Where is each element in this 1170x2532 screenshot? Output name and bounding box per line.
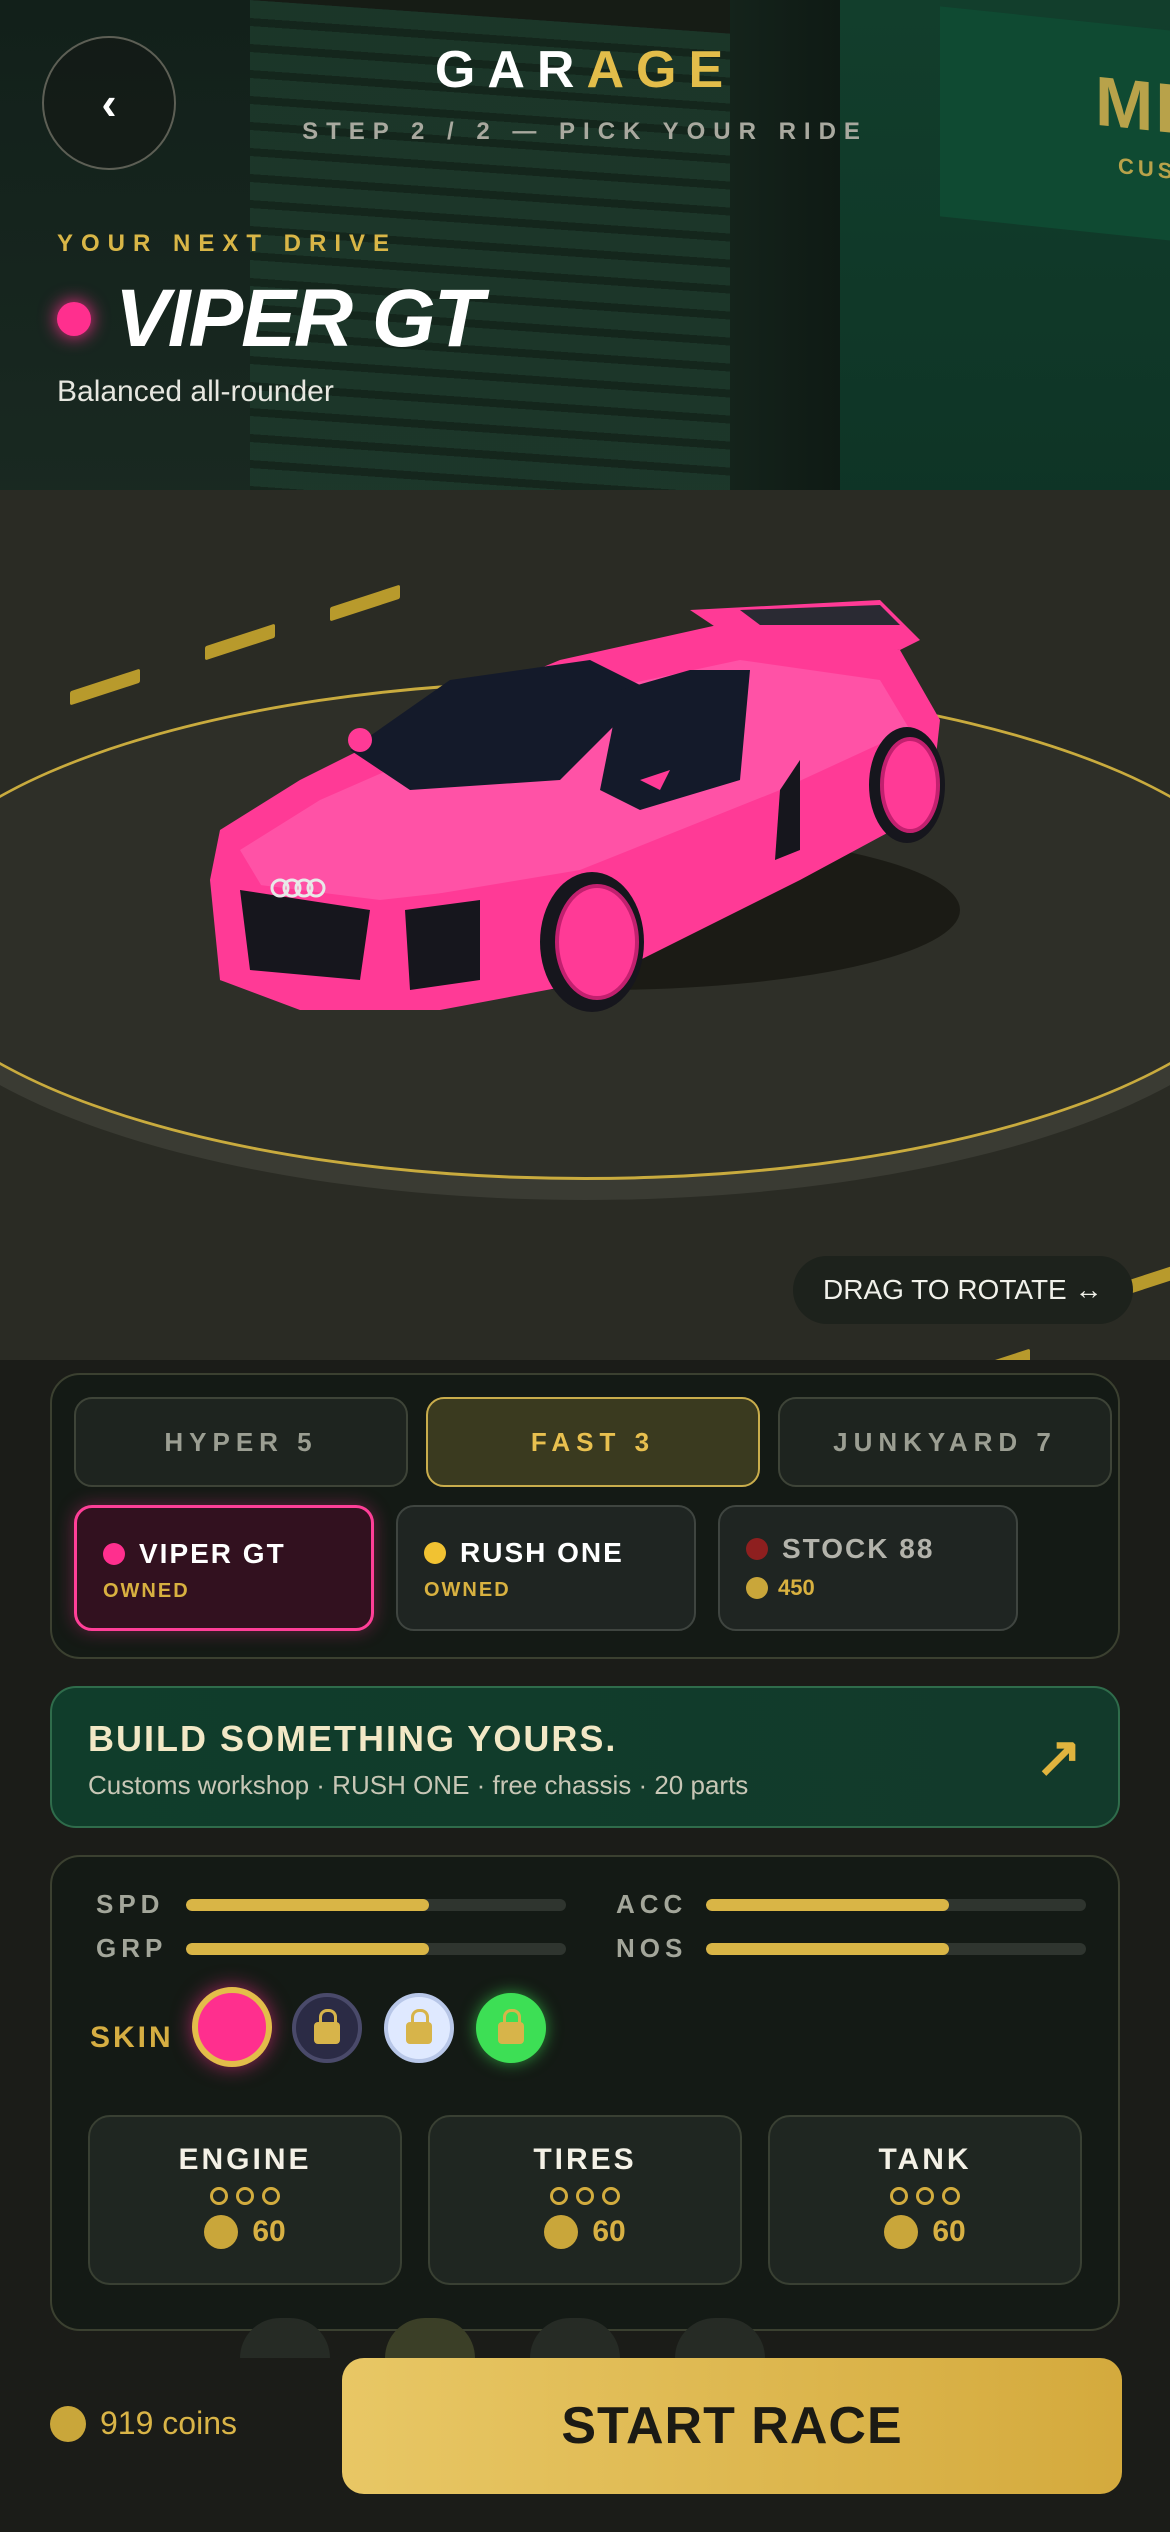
car-picker-panel: HYPER 5 FAST 3 JUNKYARD 7 VIPER GT OWNED… bbox=[50, 1373, 1120, 1659]
customs-promo-banner[interactable]: BUILD SOMETHING YOURS. Customs workshop … bbox=[50, 1686, 1120, 1828]
stat-bar-fill bbox=[706, 1898, 950, 1911]
skin-swatch-white[interactable] bbox=[384, 1993, 454, 2063]
upgrade-engine-button[interactable]: ENGINE 60 bbox=[88, 2115, 402, 2285]
car-color-dot bbox=[746, 1538, 768, 1560]
upgrade-cost: 60 bbox=[430, 2215, 740, 2249]
stat-grip: GRP bbox=[96, 1933, 566, 1964]
upgrade-cost: 60 bbox=[770, 2215, 1080, 2249]
arrow-up-right-icon: ↗ bbox=[1035, 1725, 1082, 1788]
skin-swatch-green[interactable] bbox=[476, 1993, 546, 2063]
upgrade-tires-button[interactable]: TIRES 60 bbox=[428, 2115, 742, 2285]
stat-bar-fill bbox=[186, 1942, 430, 1955]
tuning-panel: SPD ACC GRP NOS SKIN ENGINE 60 TIRES 60 bbox=[50, 1855, 1120, 2331]
car-color-dot bbox=[424, 1542, 446, 1564]
coin-icon bbox=[746, 1577, 768, 1599]
tier-tabs: HYPER 5 FAST 3 JUNKYARD 7 bbox=[74, 1397, 1112, 1487]
coin-icon bbox=[884, 2215, 919, 2249]
coin-icon bbox=[50, 2405, 86, 2442]
stat-nitro: NOS bbox=[616, 1933, 1086, 1964]
car-model[interactable] bbox=[180, 580, 960, 1030]
lock-icon bbox=[406, 2009, 432, 2044]
promo-title: BUILD SOMETHING YOURS. bbox=[88, 1718, 618, 1759]
car-card-stock-88[interactable]: STOCK 88 450 bbox=[718, 1505, 1018, 1631]
car-list: VIPER GT OWNED RUSH ONE OWNED STOCK 88 4… bbox=[74, 1505, 1018, 1631]
upgrade-tank-button[interactable]: TANK 60 bbox=[768, 2115, 1082, 2285]
skin-label: SKIN bbox=[90, 2021, 174, 2054]
promo-subtitle: Customs workshop · RUSH ONE · free chass… bbox=[88, 1770, 749, 1800]
car-color-dot bbox=[103, 1543, 125, 1565]
car-price: 450 bbox=[746, 1575, 1016, 1601]
stat-bar-fill bbox=[186, 1898, 430, 1911]
car-card-rush-one[interactable]: RUSH ONE OWNED bbox=[396, 1505, 696, 1631]
skin-swatch-pink[interactable] bbox=[192, 1987, 272, 2067]
garage-scene[interactable]: MI CUS bbox=[0, 0, 1170, 1360]
car-color-dot bbox=[57, 302, 91, 336]
upgrade-cost: 60 bbox=[90, 2215, 400, 2249]
owned-badge: OWNED bbox=[424, 1579, 511, 1601]
coin-icon bbox=[544, 2215, 579, 2249]
upgrade-level-dots bbox=[90, 2187, 400, 2205]
stat-acceleration: ACC bbox=[616, 1889, 1086, 1920]
start-race-button[interactable]: START RACE bbox=[342, 2358, 1122, 2494]
stat-speed: SPD bbox=[96, 1889, 566, 1920]
next-drive-label: YOUR NEXT DRIVE bbox=[57, 230, 398, 257]
tab-fast[interactable]: FAST 3 bbox=[426, 1397, 760, 1487]
car-tagline: Balanced all-rounder bbox=[57, 375, 334, 408]
tab-hyper[interactable]: HYPER 5 bbox=[74, 1397, 408, 1487]
upgrade-level-dots bbox=[430, 2187, 740, 2205]
drag-to-rotate-hint: DRAG TO ROTATE ↔ bbox=[793, 1256, 1133, 1324]
page-title: GARAGE bbox=[434, 41, 736, 99]
step-indicator: STEP 2 / 2 — PICK YOUR RIDE bbox=[302, 118, 868, 145]
owned-badge: OWNED bbox=[103, 1580, 190, 1602]
skin-swatch-navy[interactable] bbox=[292, 1993, 362, 2063]
selected-car-name: VIPER GT bbox=[57, 272, 484, 366]
coin-balance: 919 coins bbox=[50, 2405, 237, 2442]
lock-icon bbox=[314, 2009, 340, 2044]
stat-bar-fill bbox=[706, 1942, 950, 1955]
upgrade-level-dots bbox=[770, 2187, 1080, 2205]
car-card-viper-gt[interactable]: VIPER GT OWNED bbox=[74, 1505, 374, 1631]
coin-icon bbox=[204, 2215, 239, 2249]
tab-junkyard[interactable]: JUNKYARD 7 bbox=[778, 1397, 1112, 1487]
lock-icon bbox=[498, 2009, 524, 2044]
